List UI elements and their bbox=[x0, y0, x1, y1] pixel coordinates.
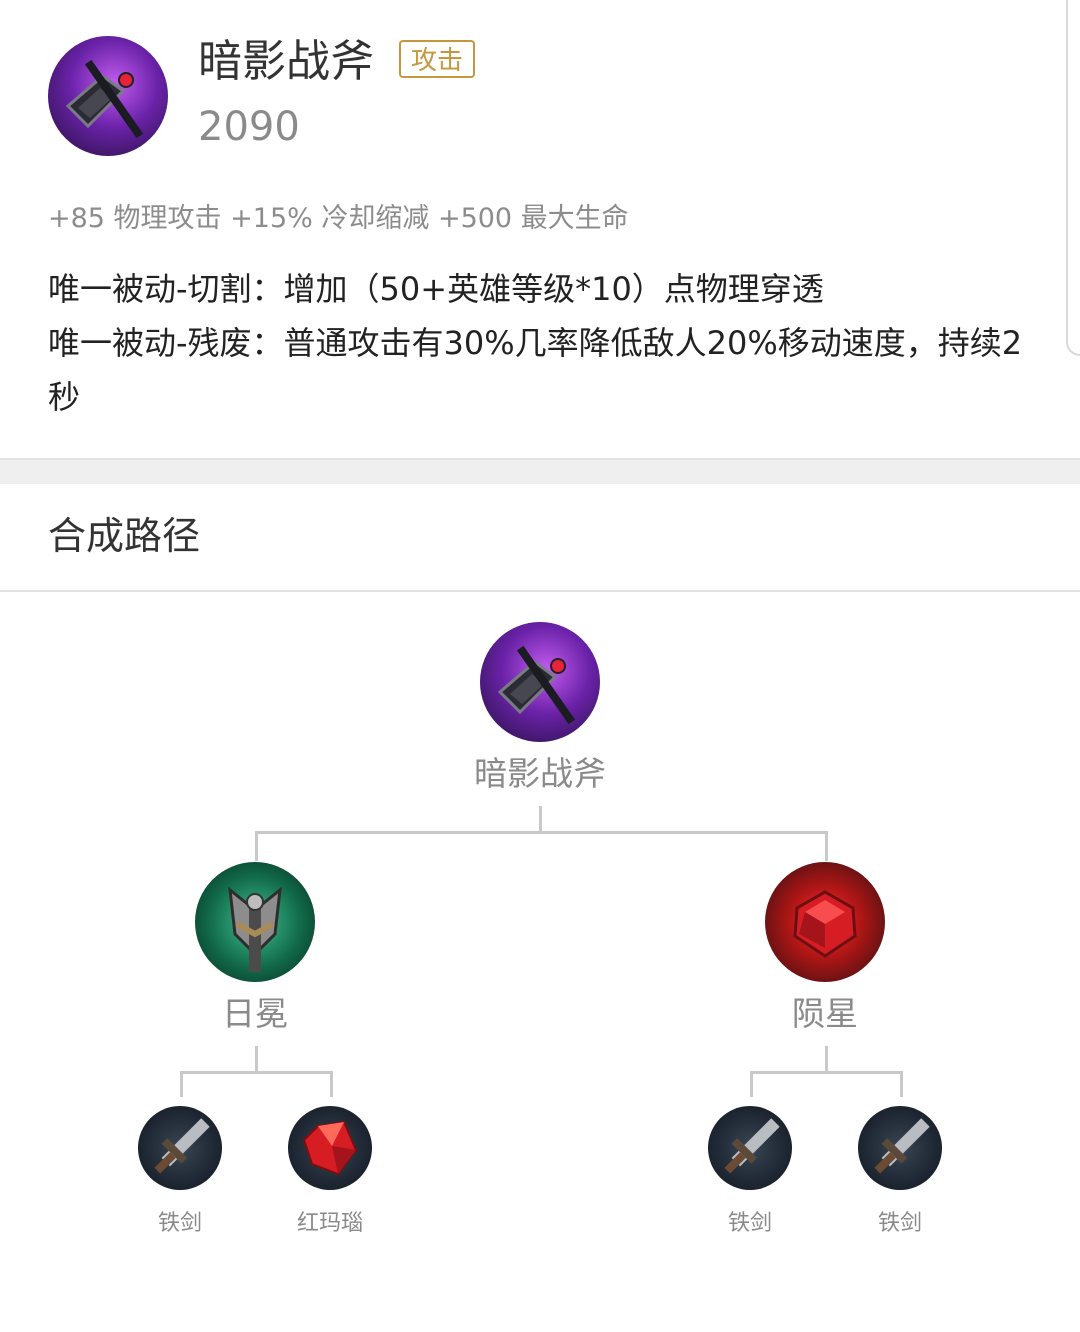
tree-leaf-label: 红玛瑙 bbox=[296, 1211, 363, 1236]
connector bbox=[255, 831, 258, 861]
sundial-icon[interactable] bbox=[195, 862, 315, 982]
item-stats: +85 物理攻击 +15% 冷却缩减 +500 最大生命 bbox=[48, 203, 629, 234]
connector bbox=[825, 831, 828, 861]
category-badge: 攻击 bbox=[399, 40, 476, 78]
iron-sword-icon[interactable] bbox=[138, 1106, 222, 1190]
tree-mid-left-label: 日冕 bbox=[222, 994, 288, 1033]
connector bbox=[180, 1071, 333, 1074]
tree-leaf-label: 铁剑 bbox=[877, 1211, 922, 1236]
meteor-icon[interactable] bbox=[765, 862, 885, 982]
section-divider bbox=[0, 458, 1080, 484]
connector bbox=[750, 1071, 753, 1097]
tree-mid-right-label: 陨星 bbox=[792, 994, 858, 1033]
section-separator bbox=[0, 590, 1080, 592]
iron-sword-icon[interactable] bbox=[708, 1106, 792, 1190]
scrollbar[interactable] bbox=[1066, 0, 1080, 356]
red-agate-icon[interactable] bbox=[288, 1106, 372, 1190]
tree-leaf-label: 铁剑 bbox=[727, 1211, 772, 1236]
iron-sword-icon[interactable] bbox=[858, 1106, 942, 1190]
connector bbox=[330, 1071, 333, 1097]
item-title: 暗影战斧 bbox=[198, 36, 374, 87]
passive-cut: 唯一被动-切割：增加（50+英雄等级*10）点物理穿透 bbox=[48, 270, 824, 308]
connector bbox=[255, 831, 828, 834]
connector bbox=[825, 1046, 828, 1072]
passive-cripple: 唯一被动-残废：普通攻击有30%几率降低敌人20%移动速度，持续2秒 bbox=[48, 324, 1023, 416]
connector bbox=[900, 1071, 903, 1097]
connector bbox=[750, 1071, 903, 1074]
shadow-axe-icon[interactable] bbox=[480, 622, 600, 742]
connector bbox=[180, 1071, 183, 1097]
connector bbox=[539, 806, 542, 832]
connector bbox=[255, 1046, 258, 1072]
tree-leaf-label: 铁剑 bbox=[157, 1211, 202, 1236]
section-title: 合成路径 bbox=[48, 514, 201, 558]
shadow-axe-icon bbox=[48, 36, 168, 156]
item-price: 2090 bbox=[198, 104, 300, 150]
tree-root-label: 暗影战斧 bbox=[474, 754, 606, 793]
